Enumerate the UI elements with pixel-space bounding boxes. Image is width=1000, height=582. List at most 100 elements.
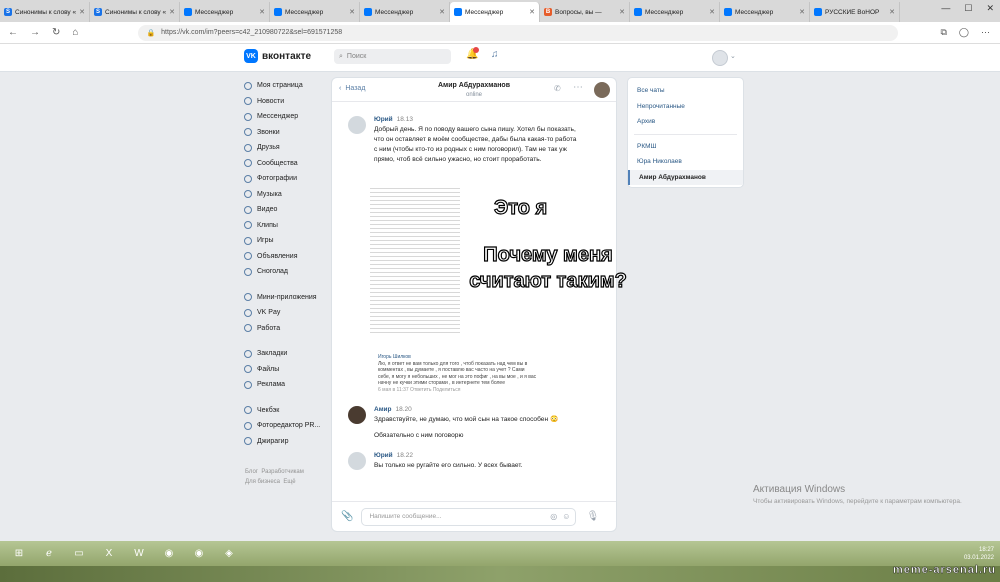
window-controls[interactable]: — ☐ ✕	[941, 3, 994, 14]
phone-icon[interactable]: ✆	[554, 84, 561, 93]
browser-tab[interactable]: S Синонимы к слову «✕	[90, 2, 180, 22]
minimize-icon[interactable]: —	[941, 3, 950, 14]
browser-tab[interactable]: Мессенджер ✕	[360, 2, 450, 22]
filter-archive[interactable]: Архив	[628, 114, 743, 130]
sidebar-item[interactable]: Музыка	[244, 187, 328, 203]
footer-link[interactable]: Ещё	[283, 479, 295, 485]
avatar[interactable]	[594, 82, 610, 98]
browser-tab[interactable]: Мессенджер ✕	[450, 2, 540, 22]
close-icon[interactable]: ✕	[529, 8, 535, 16]
sidebar-item[interactable]: VK Pay	[244, 305, 328, 321]
avatar[interactable]	[348, 116, 366, 134]
clock[interactable]: 18:27 03.01.2022	[964, 546, 994, 562]
sidebar-item[interactable]: Фоторедактор PR...	[244, 418, 328, 434]
browser-tab[interactable]: Мессенджер ✕	[270, 2, 360, 22]
folder-icon[interactable]: ▭	[68, 545, 90, 563]
browser-tab[interactable]: РУССКИЕ ВоНОР ✕	[810, 2, 900, 22]
app-icon[interactable]: ◈	[218, 545, 240, 563]
firefox-icon[interactable]: ◉	[188, 545, 210, 563]
footer-link[interactable]: Для бизнеса	[245, 479, 280, 485]
music-icon[interactable]: ♫	[491, 49, 499, 60]
sidebar-item[interactable]: Реклама	[244, 377, 328, 393]
chat-link[interactable]: РКМШ	[628, 139, 743, 155]
sidebar-item[interactable]: Сноголад	[244, 264, 328, 280]
close-icon[interactable]: ✕	[79, 8, 85, 16]
browser-tab[interactable]: В Вопросы, вы — ✕	[540, 2, 630, 22]
browser-tab[interactable]: Мессенджер ✕	[180, 2, 270, 22]
close-icon[interactable]: ✕	[619, 8, 625, 16]
windows-activation-notice: Активация Windows Чтобы активировать Win…	[753, 484, 962, 505]
browser-tab[interactable]: Мессенджер ✕	[630, 2, 720, 22]
menu-icon[interactable]: ⋯	[981, 27, 990, 38]
sidebar-item[interactable]: Клипы	[244, 218, 328, 234]
profile-icon[interactable]: ◯	[959, 27, 969, 38]
message-input[interactable]: Напишите сообщение... ◎ ☺	[361, 507, 577, 526]
search-input[interactable]: ⌕ Поиск	[334, 49, 451, 64]
footer-link[interactable]: Разработчикам	[261, 469, 304, 475]
ie-icon[interactable]: ℯ	[38, 545, 60, 563]
message-header: Юрий 18.22	[374, 452, 413, 459]
avatar[interactable]	[712, 50, 728, 66]
browser-tab[interactable]: S Синонимы к слову «✕	[0, 2, 90, 22]
url-field[interactable]: 🔒 https://vk.com/im?peers=c42_210980722&…	[138, 24, 899, 41]
menu-icon	[244, 421, 252, 430]
extensions-icon[interactable]: ⧉	[940, 27, 946, 38]
avatar[interactable]	[348, 406, 366, 424]
vk-logo[interactable]: VK вконтакте	[244, 49, 311, 63]
tab-favicon-icon	[184, 8, 192, 16]
close-icon[interactable]: ✕	[799, 8, 805, 16]
more-icon[interactable]: ⋯	[573, 82, 583, 93]
close-icon[interactable]: ✕	[349, 8, 355, 16]
sidebar-item[interactable]: Объявления	[244, 249, 328, 265]
close-icon[interactable]: ✕	[889, 8, 895, 16]
microphone-icon[interactable]: 🎙	[586, 511, 599, 522]
chat-link-selected[interactable]: Амир Абдурахманов	[628, 169, 743, 185]
attach-icon[interactable]: 📎	[341, 511, 353, 522]
tab-label: Мессенджер	[735, 8, 774, 16]
sidebar-item[interactable]: Чекбэк	[244, 403, 328, 419]
forward-icon[interactable]: →	[30, 27, 40, 38]
close-icon[interactable]: ✕	[439, 8, 445, 16]
sidebar-item[interactable]: Закладки	[244, 346, 328, 362]
message: Юрий 18.13 Добрый день. Я по поводу вашег…	[348, 116, 598, 176]
reload-icon[interactable]: ↻	[52, 27, 60, 38]
message-header: Юрий 18.13	[374, 116, 413, 123]
start-icon[interactable]: ⊞	[8, 545, 30, 563]
excel-icon[interactable]: X	[98, 545, 120, 563]
sidebar-item[interactable]: Звонки	[244, 125, 328, 141]
chat-link[interactable]: Юра Николаев	[628, 154, 743, 170]
close-icon[interactable]: ✕	[259, 8, 265, 16]
sidebar-item[interactable]: Фотографии	[244, 171, 328, 187]
back-icon[interactable]: ←	[8, 27, 18, 38]
chevron-down-icon[interactable]: ⌄	[730, 52, 736, 60]
comment-screenshot: Игорь Шилков Лю, я ответ не вам только д…	[378, 354, 537, 393]
sidebar-item[interactable]: Работа	[244, 321, 328, 337]
filter-all-chats[interactable]: Все чаты	[628, 83, 743, 99]
sidebar-item[interactable]: Видео	[244, 202, 328, 218]
sidebar-item[interactable]: Мини-приложения	[244, 290, 328, 306]
home-icon[interactable]: ⌂	[72, 27, 78, 38]
close-icon[interactable]: ✕	[709, 8, 715, 16]
browser-tab[interactable]: Мессенджер ✕	[720, 2, 810, 22]
sidebar-item[interactable]: Игры	[244, 233, 328, 249]
sidebar-item[interactable]: Мессенджер	[244, 109, 328, 125]
close-icon[interactable]: ✕	[169, 8, 175, 16]
maximize-icon[interactable]: ☐	[964, 3, 972, 14]
meme-image[interactable]: Это я Почему меня считают таким? Игорь Ш…	[370, 182, 627, 393]
emoji-icon[interactable]: ☺	[562, 512, 570, 521]
sidebar-item[interactable]: Файлы	[244, 362, 328, 378]
word-icon[interactable]: W	[128, 545, 150, 563]
sidebar-item[interactable]: Джирагир	[244, 434, 328, 450]
sidebar-item[interactable]: Друзья	[244, 140, 328, 156]
tab-favicon-icon	[814, 8, 822, 16]
firefox-icon[interactable]: ◉	[158, 545, 180, 563]
sidebar-item[interactable]: Сообщества	[244, 156, 328, 172]
sidebar-item-label: VK Pay	[257, 309, 281, 317]
filter-unread[interactable]: Непрочитанные	[628, 99, 743, 115]
footer-link[interactable]: Блог	[245, 469, 258, 475]
sidebar-item[interactable]: Моя страница	[244, 78, 328, 94]
camera-icon[interactable]: ◎	[550, 512, 557, 521]
close-window-icon[interactable]: ✕	[986, 3, 994, 14]
avatar[interactable]	[348, 452, 366, 470]
sidebar-item[interactable]: Новости	[244, 94, 328, 110]
